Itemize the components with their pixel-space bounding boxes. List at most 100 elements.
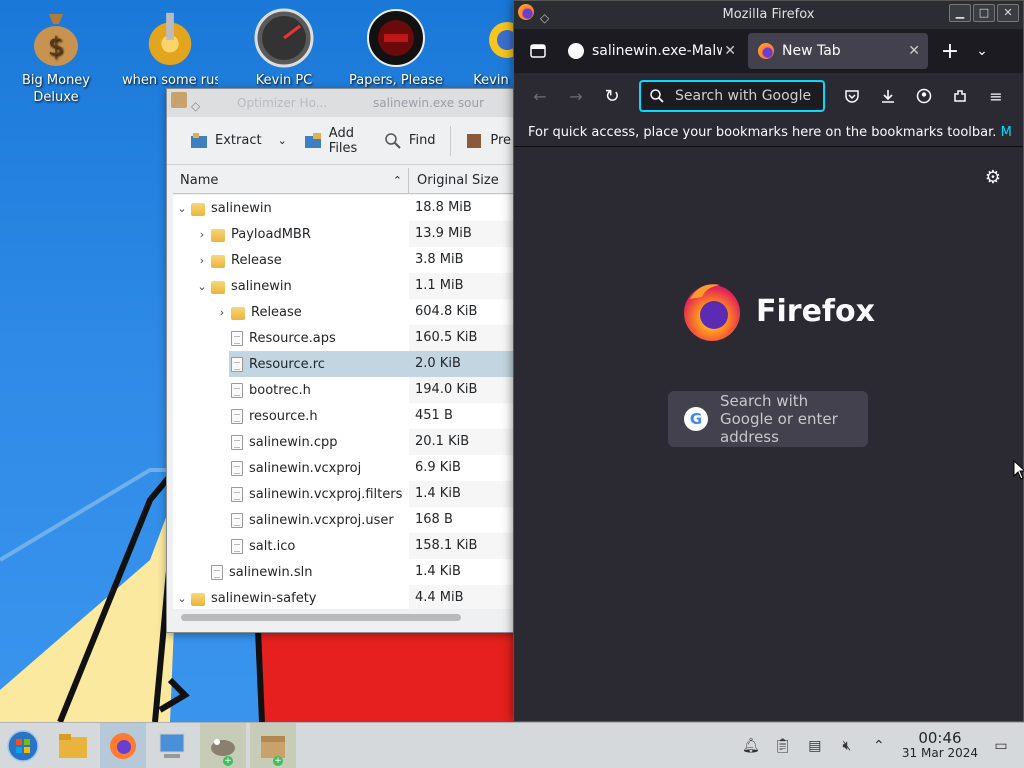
show-desktop-icon[interactable]: ▭ [992, 737, 1010, 755]
row-name-label: Release [251, 304, 302, 320]
new-tab-button[interactable]: + [934, 35, 966, 67]
table-row[interactable]: salinewin.cpp 20.1 KiB [173, 429, 519, 455]
extensions-icon[interactable] [944, 80, 976, 112]
settings-gear-icon[interactable]: ⚙ [985, 167, 1001, 188]
desktop-icon-big-money[interactable]: $ Big Money Deluxe [8, 0, 104, 106]
chevron-right-icon[interactable]: › [215, 306, 229, 319]
tab-list-icon[interactable] [522, 35, 554, 67]
scrollbar-thumb[interactable] [181, 614, 461, 621]
table-row[interactable]: salinewin.sln 1.4 KiB [173, 559, 519, 585]
google-icon: G [684, 407, 708, 431]
taskbar-archive[interactable]: + [250, 722, 296, 768]
folder-icon [231, 306, 245, 320]
find-label: Find [408, 133, 436, 148]
table-row[interactable]: salinewin.vcxproj.filters 1.4 KiB [173, 481, 519, 507]
horizontal-scrollbar[interactable] [173, 612, 513, 622]
row-name: Resource.rc [229, 351, 409, 377]
chevron-right-icon[interactable]: › [195, 254, 209, 267]
reload-icon[interactable]: ↻ [596, 80, 628, 112]
row-size: 1.4 KiB [415, 564, 461, 579]
preview-icon [464, 131, 484, 151]
row-name-label: salinewin [211, 200, 272, 216]
clock[interactable]: 00:46 31 Mar 2024 [902, 731, 978, 761]
row-name: bootrec.h [229, 377, 409, 403]
add-files-button[interactable]: Add Files [297, 124, 373, 158]
desktop-icon-kevin[interactable]: Kevin [466, 0, 516, 89]
table-row[interactable]: Resource.aps 160.5 KiB [173, 325, 519, 351]
taskbar-gimp[interactable]: + [200, 722, 246, 768]
tab-github[interactable]: salinewin.exe-Malw ✕ [558, 33, 744, 69]
row-name-label: Resource.aps [249, 330, 336, 346]
chevron-down-icon[interactable]: ⌄ [278, 134, 287, 147]
tab-new-tab[interactable]: New Tab ✕ [748, 33, 928, 69]
papers-please-icon [367, 9, 425, 67]
url-bar[interactable] [639, 80, 825, 112]
row-size: 451 B [415, 408, 453, 423]
table-row[interactable]: bootrec.h 194.0 KiB [173, 377, 519, 403]
preview-button[interactable]: Pre [458, 124, 517, 158]
clipboard-icon[interactable]: 📋︎ [774, 737, 792, 755]
extract-button[interactable]: Extract ⌄ [183, 124, 293, 158]
volume-muted-icon[interactable]: 🔇︎ [838, 737, 856, 755]
firefox-window-title: Mozilla Firefox [722, 7, 815, 22]
table-row[interactable]: ⌄ salinewin 1.1 MiB [173, 273, 519, 299]
folder-icon [211, 254, 225, 268]
toolbar-separator [449, 125, 451, 156]
table-row[interactable]: › PayloadMBR 13.9 MiB [173, 221, 519, 247]
close-tab-icon[interactable]: ✕ [724, 43, 736, 59]
device-icon[interactable]: ▤ [806, 737, 824, 755]
table-row[interactable]: ⌄ salinewin 18.8 MiB [173, 195, 519, 221]
table-row[interactable]: Resource.rc 2.0 KiB [173, 351, 519, 377]
list-all-tabs-icon[interactable]: ⌄ [966, 35, 998, 67]
desktop-icon-kevin-pc[interactable]: Kevin PC [236, 0, 332, 89]
taskbar-firefox[interactable] [100, 722, 146, 768]
table-row[interactable]: salinewin.vcxproj 6.9 KiB [173, 455, 519, 481]
find-button[interactable]: Find [377, 124, 442, 158]
chevron-right-icon[interactable]: › [195, 228, 209, 241]
pocket-icon[interactable] [836, 80, 868, 112]
pin-icon[interactable]: ◇ [540, 4, 549, 32]
file-icon [231, 460, 243, 476]
desktop-icon-papers-please[interactable]: Papers, Please [348, 0, 444, 89]
chevron-up-icon[interactable]: ⌃ [870, 737, 888, 755]
bookmarks-toolbar: For quick access, place your bookmarks h… [514, 119, 1023, 147]
firefox-titlebar[interactable]: ◇ Mozilla Firefox ▁ □ ✕ [514, 1, 1023, 29]
row-name-label: salinewin.vcxproj.filters [249, 486, 403, 502]
manage-bookmarks-link[interactable]: M [1001, 125, 1012, 140]
row-size: 13.9 MiB [409, 221, 519, 247]
downloads-icon[interactable] [872, 80, 904, 112]
table-row[interactable]: ⌄ salinewin-safety 4.4 MiB [173, 585, 519, 609]
row-name-cell: salinewin.vcxproj.user [173, 507, 409, 533]
url-input[interactable] [675, 88, 815, 104]
chevron-down-icon[interactable]: ⌄ [175, 592, 189, 605]
close-tab-icon[interactable]: ✕ [908, 43, 920, 59]
start-button[interactable] [0, 723, 46, 768]
pin-icon[interactable]: ◇ [191, 92, 200, 117]
minimize-button[interactable]: ▁ [949, 4, 971, 22]
row-name-cell: salinewin.vcxproj [173, 455, 409, 481]
column-size[interactable]: Original Size [409, 168, 499, 193]
table-row[interactable]: › Release 604.8 KiB [173, 299, 519, 325]
taskbar-file-manager[interactable] [50, 723, 96, 768]
chevron-down-icon[interactable]: ⌄ [195, 280, 209, 293]
table-row[interactable]: › Release 3.8 MiB [173, 247, 519, 273]
notifications-icon[interactable]: 🔔︎ [742, 737, 760, 755]
chevron-down-icon[interactable]: ⌄ [175, 202, 189, 215]
table-row[interactable]: resource.h 451 B [173, 403, 519, 429]
home-search-box[interactable]: G Search with Google or enter address [668, 391, 868, 447]
forward-icon[interactable]: → [560, 80, 592, 112]
ark-titlebar[interactable]: ◇ Optimizer Ho... salinewin.exe sour [167, 89, 517, 117]
menu-icon[interactable]: ≡ [980, 80, 1012, 112]
maximize-button[interactable]: □ [973, 4, 995, 22]
close-button[interactable]: ✕ [997, 4, 1019, 22]
taskbar-system-info[interactable] [150, 723, 196, 768]
back-icon[interactable]: ← [524, 80, 556, 112]
desktop-icon-russian[interactable]: when some russian ha [122, 0, 218, 89]
row-name-cell: bootrec.h [173, 377, 409, 403]
account-icon[interactable] [908, 80, 940, 112]
table-row[interactable]: salt.ico 158.1 KiB [173, 533, 519, 559]
row-size: 2.0 KiB [409, 351, 519, 377]
table-row[interactable]: salinewin.vcxproj.user 168 B [173, 507, 519, 533]
row-name: Resource.aps [229, 325, 409, 351]
column-name[interactable]: Name ⌃ [173, 168, 409, 193]
